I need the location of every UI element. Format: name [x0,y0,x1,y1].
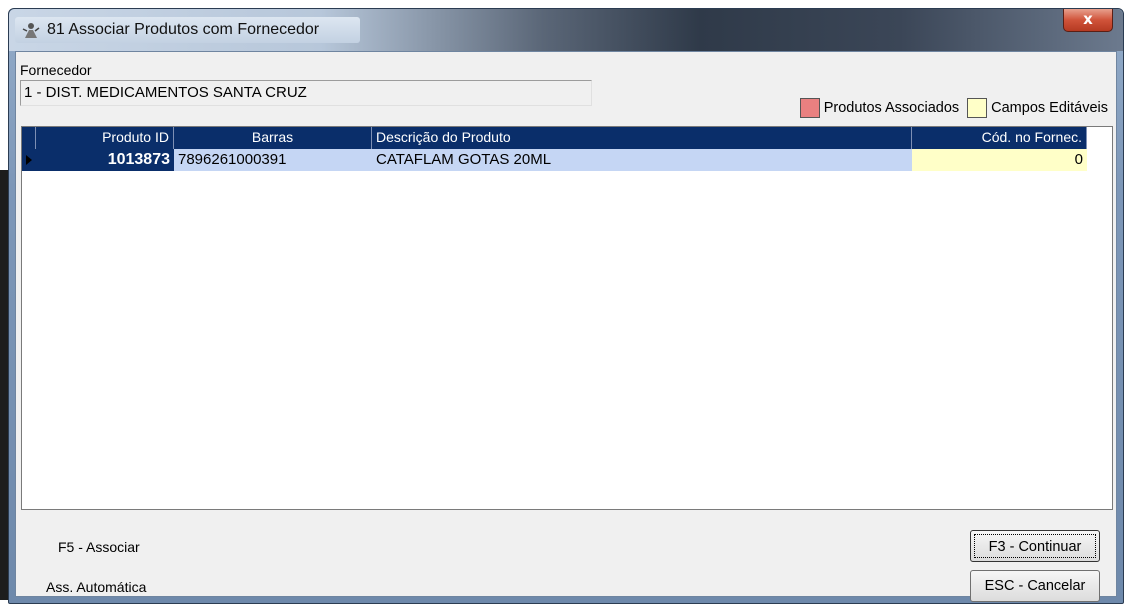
window-title: 81 Associar Produtos com Fornecedor [47,21,320,38]
legend-swatch-associados [799,98,820,118]
column-header-produto-id[interactable]: Produto ID [36,127,174,149]
grid-header: Produto ID Barras Descrição do Produto C… [22,127,1087,149]
continuar-button[interactable]: F3 - Continuar [970,530,1100,562]
fornecedor-field: 1 - DIST. MEDICAMENTOS SANTA CRUZ [20,80,592,106]
cell-barras[interactable]: 7896261000391 [174,149,372,171]
cell-descricao[interactable]: CATAFLAM GOTAS 20ML [372,149,912,171]
table-row[interactable]: 1013873 7896261000391 CATAFLAM GOTAS 20M… [22,149,1087,171]
header-indicator [22,127,36,149]
legend-item-editaveis: Campos Editáveis [967,98,1108,118]
background-edge [0,170,8,600]
legend-swatch-editaveis [967,98,988,118]
cell-cod-fornec[interactable]: 0 [912,149,1087,171]
legend-item-associados: Produtos Associados [799,98,960,118]
legend-label-associados: Produtos Associados [823,100,960,116]
continuar-button-label: F3 - Continuar [974,534,1096,558]
dialog-content: Fornecedor 1 - DIST. MEDICAMENTOS SANTA … [15,51,1117,602]
associar-shortcut[interactable]: F5 - Associar [58,539,140,555]
current-row-arrow-icon [26,155,32,165]
app-icon [22,23,40,38]
row-indicator [22,149,36,171]
column-header-barras[interactable]: Barras [174,127,372,149]
dialog-window: 81 Associar Produtos com Fornecedor x Fo… [8,8,1124,604]
cell-produto-id[interactable]: 1013873 [36,149,174,171]
associacao-automatica-link[interactable]: Ass. Automática [46,579,146,595]
action-bar: F5 - Associar Ass. Automática F3 - Conti… [16,512,1116,602]
legend-label-editaveis: Campos Editáveis [991,100,1108,116]
title-area: 81 Associar Produtos com Fornecedor [15,17,360,43]
fornecedor-label: Fornecedor [20,62,92,78]
column-header-descricao[interactable]: Descrição do Produto [372,127,912,149]
cancelar-button[interactable]: ESC - Cancelar [970,570,1100,602]
title-bar[interactable]: 81 Associar Produtos com Fornecedor x [9,9,1123,51]
legend: Produtos Associados Campos Editáveis [792,96,1108,120]
column-header-cod-fornec[interactable]: Cód. no Fornec. [912,127,1087,149]
products-grid[interactable]: Produto ID Barras Descrição do Produto C… [21,126,1113,510]
close-button[interactable]: x [1063,9,1113,32]
